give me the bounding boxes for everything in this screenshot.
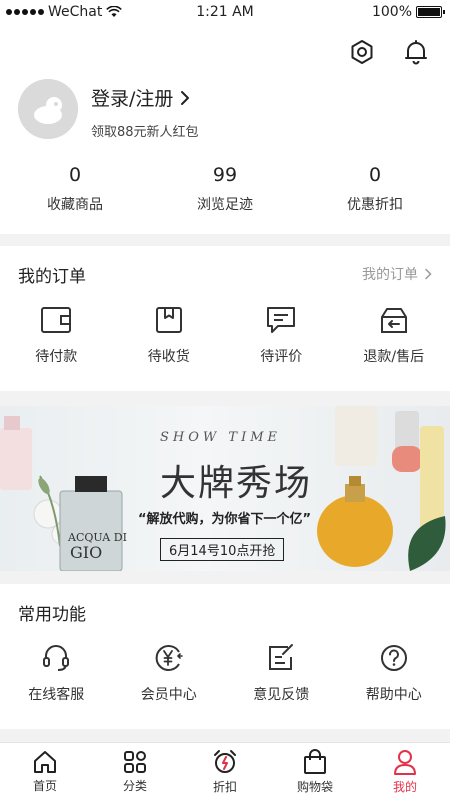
tab-label: 我的	[392, 779, 417, 794]
tab-shopping-bag[interactable]: 购物袋	[270, 743, 360, 800]
package-icon	[151, 302, 187, 338]
home-icon	[34, 750, 56, 773]
wallet-icon	[38, 302, 74, 338]
stat-value: 0	[368, 164, 382, 186]
banner-tagline: SHOW TIME	[160, 430, 282, 445]
tab-mine[interactable]: 我的	[360, 743, 450, 800]
function-help-center[interactable]: 帮助中心	[338, 640, 450, 704]
bag-icon	[304, 748, 326, 774]
order-status-grid: 待付款 待收货 待评价 退款/售后	[0, 302, 450, 366]
tab-label: 购物袋	[296, 779, 333, 794]
comment-icon	[263, 302, 299, 338]
orders-header: 我的订单 我的订单	[0, 246, 450, 302]
stat-label: 优惠折扣	[347, 197, 403, 213]
new-user-coupon-text[interactable]: 领取88元新人红包	[91, 121, 199, 140]
banner-subtitle: “解放代购，为你省下一个亿”	[138, 512, 312, 527]
svg-text:GIO: GIO	[70, 543, 102, 562]
orders-title: 我的订单	[18, 266, 86, 287]
order-status-label: 待收货	[147, 349, 190, 365]
stat-history[interactable]: 99 浏览足迹	[150, 164, 300, 214]
user-icon	[394, 749, 416, 775]
help-icon	[376, 640, 412, 676]
chevron-right-icon	[425, 268, 432, 280]
category-icon	[124, 750, 146, 773]
stat-favorites[interactable]: 0 收藏商品	[0, 164, 150, 214]
battery-label: 100%	[371, 4, 412, 20]
tab-home[interactable]: 首页	[0, 743, 90, 800]
banner-date-badge: 6月14号10点开抢	[160, 538, 285, 561]
functions-section: 常用功能 在线客服 会员中心 意见反馈 帮助中心	[0, 584, 450, 729]
function-label: 在线客服	[28, 687, 85, 703]
bottom-tab-bar: 首页 分类 折扣 购物袋 我的	[0, 742, 450, 800]
order-pending-payment[interactable]: 待付款	[0, 302, 113, 366]
stat-value: 0	[68, 164, 82, 186]
avatar[interactable]	[18, 79, 78, 139]
header-actions	[348, 38, 430, 66]
chevron-right-icon	[181, 90, 190, 105]
stat-label: 收藏商品	[47, 197, 103, 213]
functions-header: 常用功能	[0, 584, 450, 640]
tab-label: 首页	[32, 778, 57, 793]
login-register-link[interactable]: 登录/注册	[91, 84, 191, 111]
function-label: 会员中心	[140, 687, 197, 703]
avatar-placeholder-icon	[18, 79, 78, 139]
status-right: 100%	[371, 4, 445, 20]
order-status-label: 待评价	[260, 349, 303, 365]
stat-label: 浏览足迹	[197, 197, 253, 213]
order-pending-review[interactable]: 待评价	[225, 302, 338, 366]
order-status-label: 退款/售后	[363, 349, 425, 365]
tab-label: 分类	[122, 778, 147, 793]
order-status-label: 待付款	[35, 349, 78, 365]
settings-icon[interactable]	[348, 38, 376, 66]
all-orders-label: 我的订单	[362, 267, 418, 283]
screen: WeChat 1:21 AM 100% 登录/注册 领取88元新人红包 0 收藏…	[0, 0, 450, 800]
stat-discounts[interactable]: 0 优惠折扣	[300, 164, 450, 214]
order-refund-aftersale[interactable]: 退款/售后	[338, 302, 450, 366]
stats-row: 0 收藏商品 99 浏览足迹 0 优惠折扣	[0, 164, 450, 214]
orders-section: 我的订单 我的订单 待付款 待收货 待评价 退款/售后	[0, 246, 450, 391]
bell-icon[interactable]	[402, 38, 430, 66]
alarm-icon	[214, 749, 236, 773]
stat-value: 99	[212, 164, 238, 186]
tab-label: 折扣	[212, 779, 237, 794]
yen-icon	[151, 640, 187, 676]
profile-section: 登录/注册 领取88元新人红包 0 收藏商品 99 浏览足迹 0 优惠折扣	[0, 24, 450, 234]
tab-discount[interactable]: 折扣	[180, 743, 270, 800]
status-bar: WeChat 1:21 AM 100%	[0, 0, 450, 24]
login-register-label: 登录/注册	[91, 88, 174, 110]
tab-category[interactable]: 分类	[90, 743, 180, 800]
banner-title: 大牌秀场	[160, 463, 313, 504]
feedback-icon	[263, 640, 299, 676]
function-feedback[interactable]: 意见反馈	[225, 640, 338, 704]
refund-icon	[376, 302, 412, 338]
functions-grid: 在线客服 会员中心 意见反馈 帮助中心	[0, 640, 450, 704]
function-label: 意见反馈	[253, 687, 310, 703]
promo-banner[interactable]: ACQUA DI GIO SHOW TIME 大牌秀场 “解放代购，为你省下一个…	[0, 406, 450, 571]
function-member-center[interactable]: 会员中心	[113, 640, 226, 704]
function-online-service[interactable]: 在线客服	[0, 640, 113, 704]
battery-icon	[416, 6, 445, 18]
order-pending-receipt[interactable]: 待收货	[113, 302, 226, 366]
headset-icon	[38, 640, 74, 676]
function-label: 帮助中心	[365, 687, 422, 703]
all-orders-link[interactable]: 我的订单	[362, 264, 432, 284]
functions-title: 常用功能	[18, 604, 86, 625]
